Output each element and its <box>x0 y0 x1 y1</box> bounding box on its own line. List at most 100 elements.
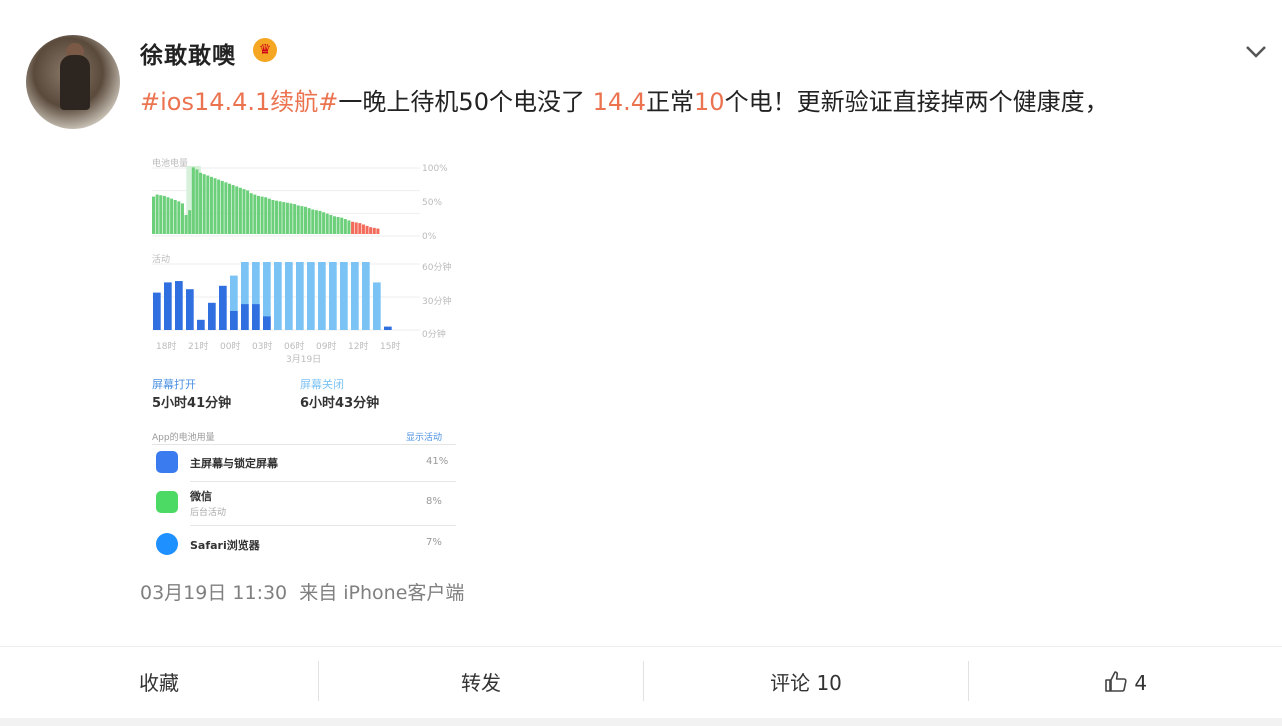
avatar[interactable] <box>26 35 120 129</box>
battery-bar <box>329 215 332 234</box>
battery-bar <box>206 176 209 234</box>
battery-bar <box>152 197 155 234</box>
battery-bar <box>257 196 260 234</box>
activity-bar-screen-off <box>329 262 337 330</box>
post-meta: 03月19日 11:30 来自 iPhone客户端 <box>140 578 464 605</box>
activity-bar-screen-on <box>186 289 194 330</box>
activity-minutes-label: 0分钟 <box>422 327 446 340</box>
battery-bar <box>242 189 245 234</box>
like-count: 4 <box>1134 671 1147 695</box>
battery-bar <box>217 180 220 234</box>
battery-bar <box>355 222 358 234</box>
battery-bar <box>311 210 314 234</box>
activity-bar-screen-on <box>208 303 216 330</box>
battery-bar <box>185 215 188 234</box>
screen-off-time: 6小时43分钟 <box>300 392 379 411</box>
screen-on-legend: 屏幕打开 <box>152 376 196 392</box>
thumbs-up-icon <box>1104 670 1128 694</box>
battery-bar <box>253 195 256 234</box>
username[interactable]: 徐敢敢噢 <box>140 36 236 70</box>
battery-bar <box>304 207 307 234</box>
activity-bar-screen-off <box>340 262 348 330</box>
time-tick-label: 15时 <box>380 339 400 352</box>
app-name: Safari浏览器 <box>190 537 260 553</box>
crown-icon: ♛ <box>253 38 277 62</box>
app-subtitle: 后台活动 <box>190 505 226 518</box>
favorite-button[interactable]: 收藏 <box>0 647 318 719</box>
battery-bar <box>362 224 365 234</box>
activity-bar-screen-on <box>241 304 249 330</box>
screen-off-legend: 屏幕关闭 <box>300 376 344 392</box>
activity-bar-screen-on <box>263 316 271 330</box>
time-tick-label: 03时 <box>252 339 272 352</box>
activity-bar-screen-off <box>307 262 315 330</box>
app-percent: 7% <box>426 537 442 548</box>
home-screen-icon <box>156 451 178 473</box>
battery-bar <box>170 199 173 234</box>
battery-bar <box>376 229 379 234</box>
chevron-down-icon[interactable] <box>1243 38 1269 64</box>
post-text: #ios14.4.1续航#一晚上待机50个电没了 14.4正常10个电！更新验证… <box>140 82 1109 117</box>
activity-bar-screen-on <box>197 320 205 330</box>
battery-bar <box>308 208 311 234</box>
repost-button[interactable]: 转发 <box>319 647 643 719</box>
battery-pct-label: 100% <box>422 164 448 174</box>
show-activity-link[interactable]: 显示活动 <box>406 430 442 443</box>
date-label: 3月19日 <box>286 352 321 365</box>
comment-button[interactable]: 评论 10 <box>644 647 968 719</box>
battery-bar <box>239 188 242 234</box>
battery-bar <box>351 222 354 234</box>
time-tick-label: 12时 <box>348 339 368 352</box>
like-button[interactable]: 4 <box>969 647 1282 719</box>
post-highlight-version: 14.4 <box>593 88 646 116</box>
battery-pct-label: 0% <box>422 232 436 242</box>
wechat-icon <box>156 491 178 513</box>
battery-bar <box>337 217 340 234</box>
battery-bar <box>181 203 184 234</box>
battery-bar <box>203 174 206 234</box>
battery-bar <box>293 204 296 234</box>
divider <box>190 525 456 526</box>
activity-bar-screen-off <box>373 282 381 330</box>
battery-bar <box>224 182 227 234</box>
divider <box>190 481 456 482</box>
battery-bar <box>177 201 180 234</box>
battery-bar <box>159 195 162 234</box>
battery-bar <box>235 186 238 234</box>
activity-bar-screen-on <box>175 281 183 330</box>
battery-bar <box>174 200 177 234</box>
battery-bar <box>250 193 253 234</box>
activity-minutes-label: 30分钟 <box>422 294 451 307</box>
battery-bar <box>286 203 289 234</box>
post-time[interactable]: 03月19日 11:30 <box>140 582 287 604</box>
battery-bar <box>261 197 264 234</box>
battery-bar <box>290 203 293 234</box>
activity-chart <box>152 262 452 334</box>
post-source: 来自 iPhone客户端 <box>299 582 464 604</box>
battery-bar <box>192 167 195 234</box>
app-usage-header: App的电池用量 <box>152 430 215 443</box>
battery-bar <box>188 210 191 234</box>
battery-level-chart <box>152 166 452 238</box>
battery-bar <box>195 169 198 234</box>
battery-bar <box>326 214 329 234</box>
post-highlight-number: 10 <box>694 88 725 116</box>
activity-bar-screen-on <box>384 327 392 330</box>
activity-bar-screen-on <box>219 286 227 330</box>
activity-bar-screen-off <box>274 262 282 330</box>
battery-bar <box>264 197 267 234</box>
activity-bar-screen-off <box>296 262 304 330</box>
action-bar: 收藏 转发 评论 10 4 <box>0 646 1282 719</box>
activity-minutes-label: 60分钟 <box>422 260 451 273</box>
activity-bar-screen-off <box>362 262 370 330</box>
post-image-battery-screenshot[interactable]: 电池电量 100% 50% 0% 活动 60分钟 30分钟 0分钟 18时21时… <box>140 140 460 560</box>
battery-bar <box>297 205 300 234</box>
topic-link[interactable]: #ios14.4.1续航# <box>140 88 338 116</box>
app-name: 微信 <box>190 488 212 504</box>
battery-bar <box>166 197 169 234</box>
battery-bar <box>232 185 235 234</box>
screen-on-time: 5小时41分钟 <box>152 392 231 411</box>
activity-bar-screen-on <box>230 311 238 330</box>
battery-bar <box>214 178 217 234</box>
post-text-b: 正常 <box>646 88 694 116</box>
